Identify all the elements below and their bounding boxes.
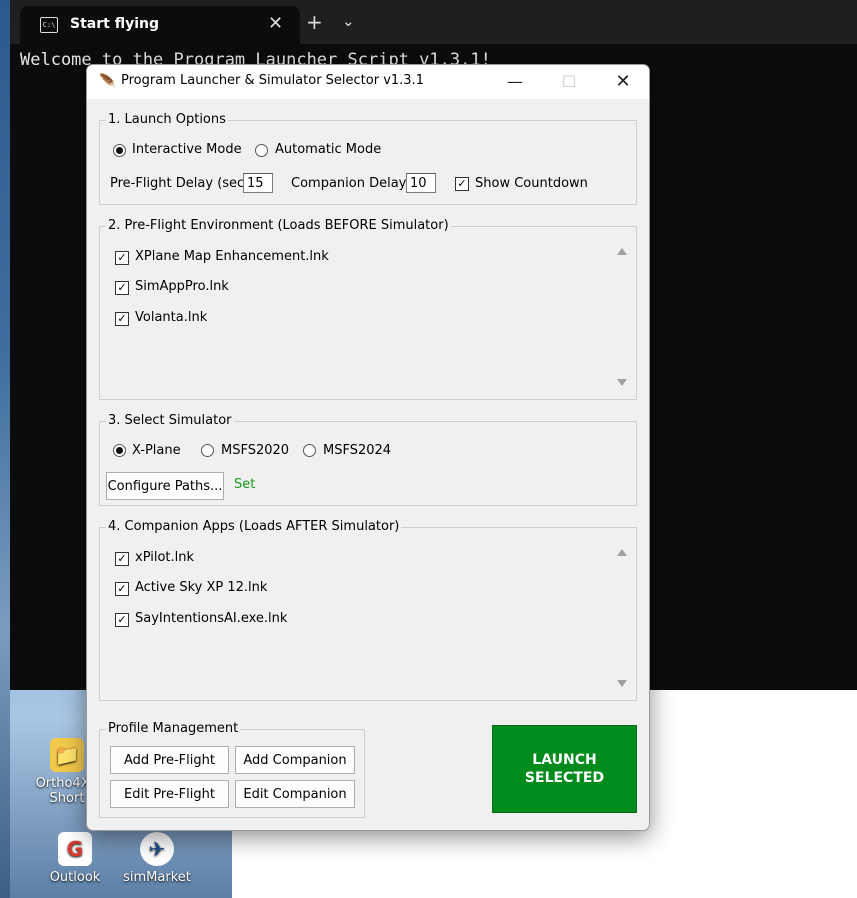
add-companion-button[interactable]: Add Companion: [235, 746, 355, 774]
scroll-up-icon[interactable]: [617, 549, 627, 556]
desktop-icon-outlook[interactable]: G Outlook: [40, 832, 110, 885]
group-title: Profile Management: [106, 721, 241, 737]
launch-selected-button[interactable]: LAUNCH SELECTED: [492, 725, 637, 813]
launcher-dialog: 🪶 Program Launcher & Simulator Selector …: [86, 64, 650, 831]
radio-automatic-mode[interactable]: [255, 144, 268, 157]
radio-msfs2024[interactable]: [303, 444, 316, 457]
scroll-down-icon[interactable]: [617, 680, 627, 687]
preflight-group: 2. Pre-Flight Environment (Loads BEFORE …: [99, 218, 637, 400]
edit-companion-button[interactable]: Edit Companion: [235, 780, 355, 808]
profile-management-group: Profile Management Add Pre-Flight Add Co…: [99, 721, 365, 818]
terminal-icon: C:\: [40, 17, 58, 33]
launch-label-line2: SELECTED: [524, 770, 605, 786]
dialog-title: Program Launcher & Simulator Selector v1…: [121, 73, 424, 88]
dialog-titlebar[interactable]: 🪶 Program Launcher & Simulator Selector …: [87, 65, 649, 99]
add-preflight-button[interactable]: Add Pre-Flight: [110, 746, 229, 774]
msfs2024-label[interactable]: MSFS2024: [323, 443, 391, 458]
xplane-label[interactable]: X-Plane: [132, 443, 181, 458]
terminal-tab-bar: C:\ Start flying ✕ + ⌄: [10, 0, 857, 44]
companion-group: 4. Companion Apps (Loads AFTER Simulator…: [99, 519, 637, 701]
desktop-edge: [0, 0, 10, 898]
desktop-icon-simmarket[interactable]: ✈ simMarket: [122, 832, 192, 885]
scroll-down-icon[interactable]: [617, 379, 627, 386]
outlook-icon: G: [58, 832, 92, 866]
edit-preflight-button[interactable]: Edit Pre-Flight: [110, 780, 229, 808]
group-title: 3. Select Simulator: [106, 413, 234, 429]
group-title: 2. Pre-Flight Environment (Loads BEFORE …: [106, 218, 451, 234]
group-title: 1. Launch Options: [106, 112, 228, 128]
simmarket-icon: ✈: [140, 832, 174, 866]
scroll-up-icon[interactable]: [617, 248, 627, 255]
preflight-item-label[interactable]: Volanta.lnk: [135, 310, 207, 325]
companion-delay-label: Companion Delay:: [291, 176, 410, 191]
preflight-item-label[interactable]: XPlane Map Enhancement.lnk: [135, 249, 329, 264]
preflight-delay-input[interactable]: 15: [243, 173, 273, 193]
radio-xplane[interactable]: [113, 444, 126, 457]
companion-item-checkbox[interactable]: ✓: [115, 582, 129, 596]
chevron-down-icon[interactable]: ⌄: [342, 12, 355, 30]
interactive-mode-label[interactable]: Interactive Mode: [132, 142, 242, 157]
show-countdown-checkbox[interactable]: ✓: [455, 177, 469, 191]
companion-item-checkbox[interactable]: ✓: [115, 613, 129, 627]
close-tab-icon[interactable]: ✕: [268, 13, 283, 34]
close-button[interactable]: ✕: [603, 68, 643, 96]
companion-item-label[interactable]: xPilot.lnk: [135, 550, 194, 565]
terminal-tab-title: Start flying: [70, 16, 159, 32]
companion-delay-input[interactable]: 10: [406, 173, 436, 193]
group-title: 4. Companion Apps (Loads AFTER Simulator…: [106, 519, 402, 535]
maximize-button[interactable]: ☐: [549, 68, 589, 96]
preflight-item-checkbox[interactable]: ✓: [115, 251, 129, 265]
desktop-icon-label: Outlook: [49, 870, 101, 885]
shortcut-icon: 📁: [50, 738, 84, 772]
companion-item-label[interactable]: Active Sky XP 12.lnk: [135, 580, 267, 595]
path-status-text: Set: [234, 477, 256, 492]
desktop-icon-label: simMarket: [123, 870, 191, 885]
companion-item-checkbox[interactable]: ✓: [115, 552, 129, 566]
radio-msfs2020[interactable]: [201, 444, 214, 457]
preflight-item-label[interactable]: SimAppPro.lnk: [135, 279, 229, 294]
preflight-delay-label: Pre-Flight Delay (sec):: [110, 176, 254, 191]
terminal-tab[interactable]: C:\ Start flying ✕: [20, 6, 300, 44]
radio-interactive-mode[interactable]: [113, 144, 126, 157]
launch-options-group: 1. Launch Options Interactive Mode Autom…: [99, 112, 637, 205]
feather-icon: 🪶: [99, 74, 117, 90]
automatic-mode-label[interactable]: Automatic Mode: [275, 142, 381, 157]
show-countdown-label[interactable]: Show Countdown: [475, 176, 588, 191]
companion-item-label[interactable]: SayIntentionsAI.exe.lnk: [135, 611, 287, 626]
msfs2020-label[interactable]: MSFS2020: [221, 443, 289, 458]
configure-paths-button[interactable]: Configure Paths...: [106, 472, 224, 500]
new-tab-button[interactable]: +: [306, 10, 323, 34]
launch-label-line1: LAUNCH: [532, 752, 597, 768]
simulator-group: 3. Select Simulator X-Plane MSFS2020 MSF…: [99, 413, 637, 506]
minimize-button[interactable]: —: [495, 68, 535, 96]
preflight-item-checkbox[interactable]: ✓: [115, 281, 129, 295]
preflight-item-checkbox[interactable]: ✓: [115, 312, 129, 326]
